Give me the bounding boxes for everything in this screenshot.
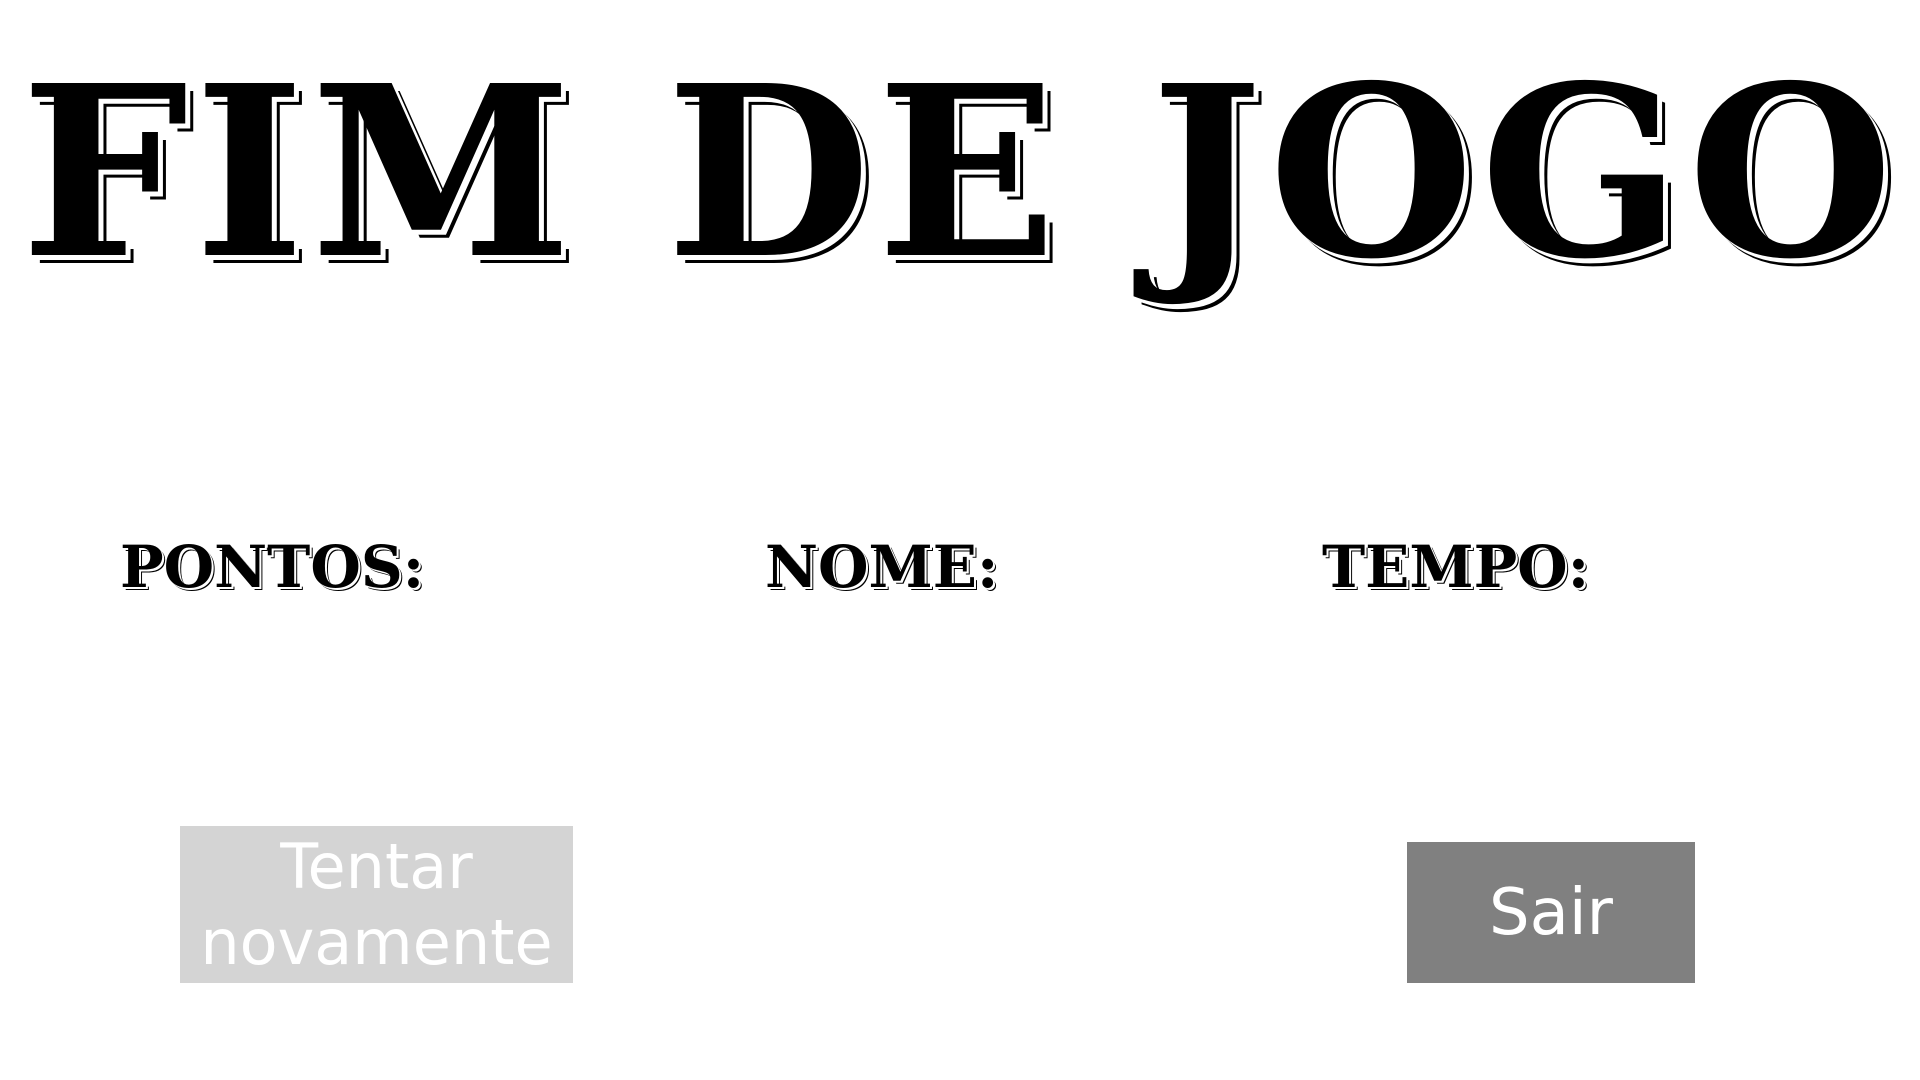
retry-button-label: Tentar novamente: [200, 829, 553, 979]
retry-button[interactable]: Tentar novamente: [180, 826, 573, 983]
name-label: NOME:: [765, 533, 999, 601]
game-over-title: FIM DE JOGO: [20, 33, 1900, 311]
points-label: PONTOS:: [120, 533, 425, 601]
time-label: TEMPO:: [1322, 533, 1590, 601]
exit-button-label: Sair: [1489, 875, 1613, 950]
game-over-screen: FIM DE JOGO PONTOS: NOME: TEMPO: Tentar …: [0, 0, 1920, 1080]
exit-button[interactable]: Sair: [1407, 842, 1695, 983]
